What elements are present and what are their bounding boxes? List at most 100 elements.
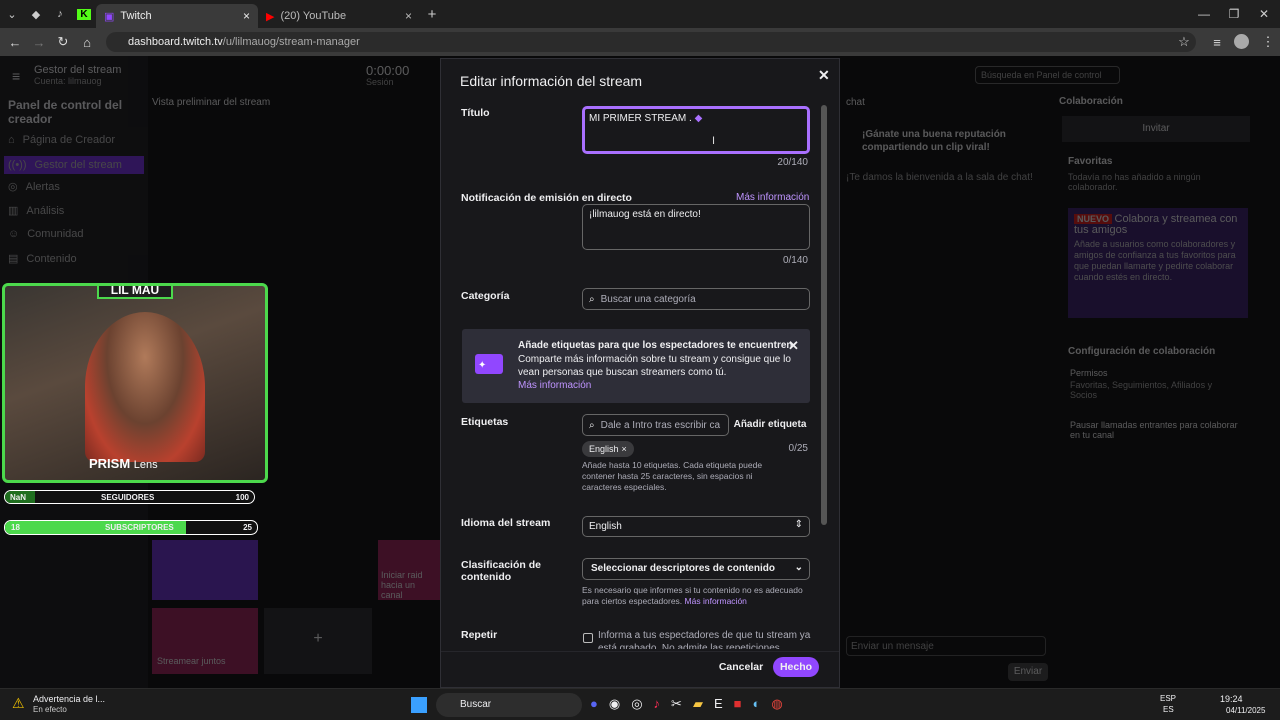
classification-label: Clasificación de contenido (461, 559, 541, 583)
classification-select[interactable]: Seleccionar descriptores de contenido ⌄ (582, 558, 810, 580)
tab-twitch[interactable]: ▣ Twitch × (96, 4, 258, 28)
done-button[interactable]: Hecho (773, 657, 819, 677)
chat-welcome: ¡Te damos la bienvenida a la sala de cha… (846, 172, 1033, 183)
add-tile[interactable]: + (264, 608, 372, 674)
tags-help: Añade hasta 10 etiquetas. Cada etiqueta … (582, 460, 763, 492)
stream-together-tile[interactable]: Streamear juntos (152, 608, 258, 674)
repeat-text: Informa a tus espectadores de que tu str… (598, 630, 811, 649)
twitch-icon: ▣ (104, 10, 115, 23)
tab-list-icon[interactable]: ⌄ (0, 0, 24, 28)
sidebar-item-content[interactable]: ▤ Contenido (8, 252, 77, 266)
capcut-icon[interactable]: ✂ (671, 696, 682, 712)
chat-input[interactable]: Enviar un mensaje (846, 636, 1046, 656)
chrome-icon[interactable]: ◍ (771, 696, 782, 712)
repeat-label: Repetir (461, 629, 498, 641)
classification-help: Es necesario que informes si tu contenid… (582, 585, 803, 606)
alert-icon: ◎ (8, 181, 18, 193)
tiktok-icon[interactable]: ♪ (654, 696, 661, 712)
classification-more-link[interactable]: Más información (685, 596, 747, 606)
epic-icon[interactable]: E (714, 696, 723, 712)
chevron-down-icon: ⌄ (794, 562, 803, 573)
tab-youtube[interactable]: ▶ (20) YouTube × (258, 4, 420, 28)
gamepad-icon[interactable]: ◎ (631, 696, 642, 712)
close-window-icon[interactable]: ✕ (1248, 0, 1280, 28)
language-select[interactable]: English ⇕ (582, 516, 810, 537)
dashboard-search[interactable]: Búsqueda en Panel de control (975, 66, 1120, 84)
raid-tile[interactable]: Iniciar raid hacia un canal (378, 540, 440, 600)
warning-icon: ⚠ (12, 695, 25, 711)
webcam-overlay: LIL MAU PRISM Lens (2, 283, 268, 483)
restore-icon[interactable]: ❐ (1218, 0, 1250, 28)
title-input[interactable]: MI PRIMER STREAM . ◆ (582, 106, 810, 154)
cancel-button[interactable]: Cancelar (713, 657, 769, 677)
search-icon: ⌕ (589, 419, 595, 431)
tags-counter: 0/25 (788, 443, 808, 454)
alert-title[interactable]: Advertencia de l... (33, 694, 105, 704)
content-icon: ▤ (8, 253, 19, 265)
forward-icon[interactable]: → (27, 35, 51, 50)
new-tab-icon[interactable]: + (420, 0, 444, 28)
sidebar-item-stream-manager[interactable]: ((•)) Gestor del stream (4, 156, 144, 174)
browser-tabbar: ⌄ ◆ ♪ K ▣ Twitch × ▶ (20) YouTube × + — ❐ ✕ (0, 0, 1280, 28)
sidebar-item-analytics[interactable]: ▥ Análisis (8, 204, 64, 218)
tags-input[interactable]: ⌕ Dale a Intro tras escribir ca (582, 414, 729, 436)
pinned-tab-icon[interactable]: ◆ (24, 0, 48, 28)
add-tag-button[interactable]: Añadir etiqueta (730, 415, 810, 435)
chat-send-button[interactable]: Enviar (1008, 663, 1048, 681)
followers-bar: NaN SEGUIDORES 100 (4, 490, 255, 504)
session-label: Sesión (366, 77, 394, 87)
reload-icon[interactable]: ↻ (51, 34, 75, 50)
windows-start-icon[interactable] (411, 697, 427, 713)
obs-icon[interactable]: ◉ (609, 696, 620, 712)
language-label: Idioma del stream (461, 517, 551, 529)
discord-icon[interactable]: ● (590, 696, 598, 712)
bookmark-star-icon[interactable]: ☆ (1172, 34, 1196, 50)
tag-illustration-icon: ✦ (475, 354, 503, 374)
clock-time[interactable]: 19:24 (1220, 694, 1243, 704)
notification-input[interactable]: ¡lilmauog está en directo! (582, 204, 810, 250)
close-tab-icon[interactable]: × (243, 9, 250, 23)
subs-bar: 18 SUBSCRIPTORES 25 (4, 520, 258, 535)
profile-avatar[interactable] (1234, 34, 1249, 49)
chart-icon: ▥ (8, 205, 19, 217)
streamer-image (85, 312, 205, 462)
kick-tab-icon[interactable]: K (72, 0, 96, 28)
menu-icon[interactable]: ⋮ (1256, 34, 1280, 50)
close-banner-icon[interactable]: ✕ (788, 338, 799, 354)
invite-button[interactable]: Invitar (1062, 116, 1250, 142)
tiktok-tab-icon[interactable]: ♪ (48, 0, 72, 28)
quick-action-tile[interactable] (152, 540, 258, 600)
notification-counter: 0/140 (782, 255, 808, 266)
app-icons: ● ◉ ◎ ♪ ✂ ▰ E ■ ◐ ◍ (590, 696, 783, 712)
home-icon[interactable]: ⌂ (75, 35, 99, 50)
sidebar-item-community[interactable]: ☺ Comunidad (8, 228, 84, 240)
repeat-checkbox[interactable] (583, 633, 593, 643)
language-indicator[interactable]: ESP (1160, 694, 1176, 703)
sidebar-item-alerts[interactable]: ◎ Alertas (8, 180, 60, 194)
sidebar-item-creator-page[interactable]: ⌂ Página de Creador (8, 134, 115, 146)
hamburger-icon[interactable]: ≡ (12, 68, 20, 84)
home-icon: ⌂ (8, 134, 15, 146)
clock-date: 04/11/2025 (1226, 706, 1266, 715)
app-red-icon[interactable]: ■ (734, 696, 742, 712)
close-tab-icon[interactable]: × (405, 9, 412, 23)
url-field[interactable]: dashboard.twitch.tv/u/lilmauog/stream-ma… (106, 32, 1196, 52)
sidebar-title: Panel de control del creador (8, 98, 123, 126)
category-search-input[interactable]: ⌕ Buscar una categoría (582, 288, 810, 310)
folder-icon[interactable]: ▰ (693, 696, 703, 712)
close-modal-icon[interactable]: ✕ (818, 67, 830, 84)
tag-chip-english[interactable]: English × (582, 441, 634, 457)
minimize-icon[interactable]: — (1188, 0, 1220, 28)
prism-lens-watermark: PRISM Lens (89, 456, 158, 471)
media-icon[interactable]: ≡ (1205, 35, 1229, 50)
notification-more-link[interactable]: Más información (736, 192, 809, 203)
remove-tag-icon[interactable]: × (622, 444, 627, 454)
taskbar-search[interactable]: Buscar (436, 693, 582, 717)
modal-scrollbar[interactable] (821, 105, 827, 525)
back-icon[interactable]: ← (3, 35, 27, 50)
alert-sub: En efecto (33, 705, 67, 714)
steam-icon[interactable]: ◐ (752, 696, 760, 712)
windows-taskbar: ⚠ Advertencia de l... En efecto Buscar ●… (0, 688, 1280, 720)
community-icon: ☺ (8, 228, 20, 240)
banner-more-link[interactable]: Más información (518, 380, 591, 391)
